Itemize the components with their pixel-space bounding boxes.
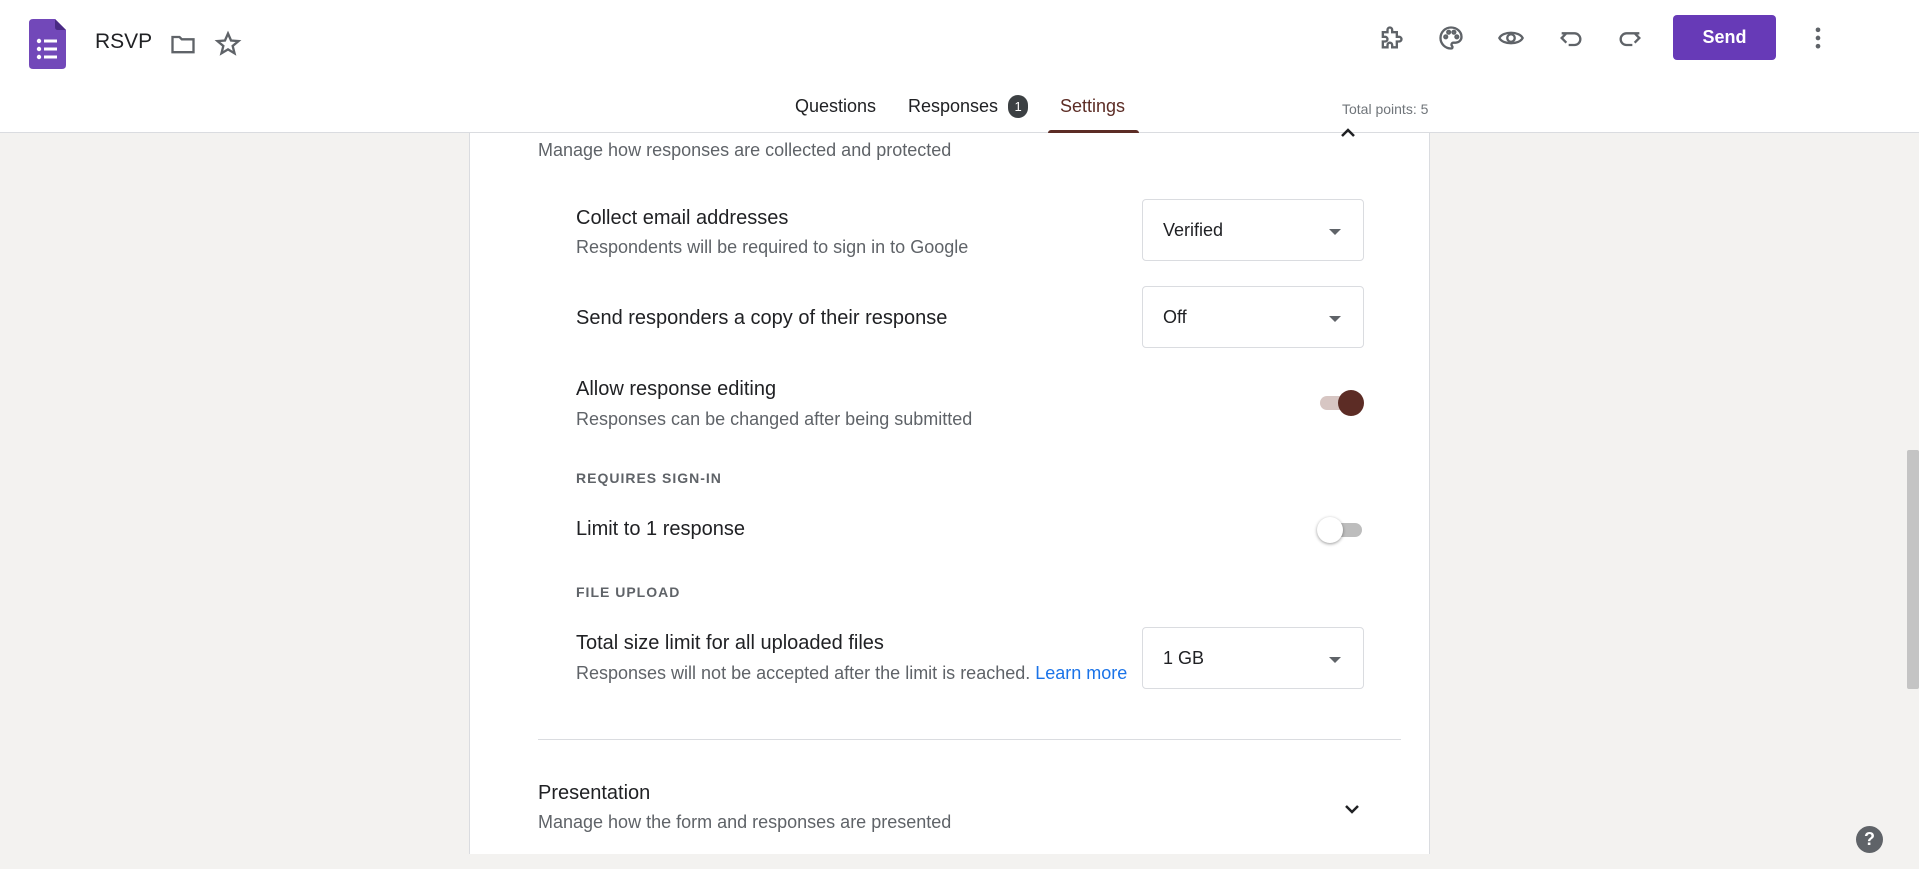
more-vert-icon[interactable]	[1798, 18, 1838, 58]
total-points: Total points: 5	[1342, 101, 1429, 117]
preview-eye-icon[interactable]	[1491, 18, 1531, 58]
send-button[interactable]: Send	[1673, 15, 1776, 60]
undo-icon[interactable]	[1551, 18, 1591, 58]
tab-responses[interactable]: Responses 1	[908, 95, 1029, 133]
form-tabs: Questions Responses 1 Settings	[0, 95, 1919, 133]
dropdown-arrow-icon	[1329, 316, 1341, 322]
collect-email-value: Verified	[1163, 220, 1224, 240]
limit-one-toggle[interactable]	[1317, 515, 1364, 545]
collapse-chevron-icon[interactable]	[1336, 121, 1360, 145]
allow-editing-toggle[interactable]	[1317, 388, 1364, 418]
redo-icon[interactable]	[1610, 18, 1650, 58]
size-limit-label: Total size limit for all uploaded files	[576, 632, 884, 654]
size-limit-value: 1 GB	[1163, 648, 1205, 668]
requires-signin-heading: REQUIRES SIGN-IN	[576, 470, 722, 486]
collect-email-select[interactable]: Verified	[1142, 199, 1364, 261]
send-copy-select[interactable]: Off	[1142, 286, 1364, 348]
dropdown-arrow-icon	[1329, 657, 1341, 663]
folder-icon[interactable]	[163, 24, 203, 64]
expand-chevron-icon[interactable]	[1340, 797, 1364, 821]
learn-more-link[interactable]: Learn more	[1035, 663, 1127, 683]
send-copy-value: Off	[1163, 307, 1187, 327]
collect-email-desc: Respondents will be required to sign in …	[576, 237, 969, 257]
responses-section-subtitle: Manage how responses are collected and p…	[538, 140, 952, 160]
document-title[interactable]: RSVP	[95, 30, 152, 54]
toggle-knob	[1317, 517, 1343, 543]
size-limit-desc-row: Responses will not be accepted after the…	[576, 663, 1127, 684]
tab-settings-label: Settings	[1060, 96, 1126, 116]
forms-logo-icon[interactable]	[29, 19, 66, 69]
help-icon[interactable]: ?	[1856, 826, 1883, 853]
allow-editing-label: Allow response editing	[576, 378, 777, 400]
presentation-subtitle: Manage how the form and responses are pr…	[538, 812, 952, 832]
tab-questions[interactable]: Questions	[795, 96, 876, 133]
presentation-title[interactable]: Presentation	[538, 782, 650, 805]
responses-count-badge: 1	[1008, 95, 1029, 118]
tab-settings[interactable]: Settings	[1060, 96, 1125, 133]
size-limit-desc: Responses will not be accepted after the…	[576, 663, 1031, 683]
size-limit-select[interactable]: 1 GB	[1142, 627, 1364, 689]
limit-one-label: Limit to 1 response	[576, 518, 745, 540]
collect-email-label: Collect email addresses	[576, 207, 789, 229]
addon-puzzle-icon[interactable]	[1371, 18, 1411, 58]
top-app-bar: RSVP Send Questions Responses 1 Settings…	[0, 0, 1919, 133]
send-copy-label: Send responders a copy of their response	[576, 307, 948, 329]
settings-card: Manage how responses are collected and p…	[469, 128, 1430, 854]
allow-editing-desc: Responses can be changed after being sub…	[576, 409, 973, 429]
star-icon[interactable]	[208, 24, 248, 64]
page-scrollbar[interactable]	[1907, 450, 1919, 689]
section-divider	[538, 739, 1401, 740]
tab-responses-label: Responses	[908, 96, 999, 116]
file-upload-heading: FILE UPLOAD	[576, 584, 681, 600]
dropdown-arrow-icon	[1329, 229, 1341, 235]
toggle-knob	[1338, 390, 1364, 416]
tab-questions-label: Questions	[795, 96, 877, 116]
palette-icon[interactable]	[1431, 18, 1471, 58]
